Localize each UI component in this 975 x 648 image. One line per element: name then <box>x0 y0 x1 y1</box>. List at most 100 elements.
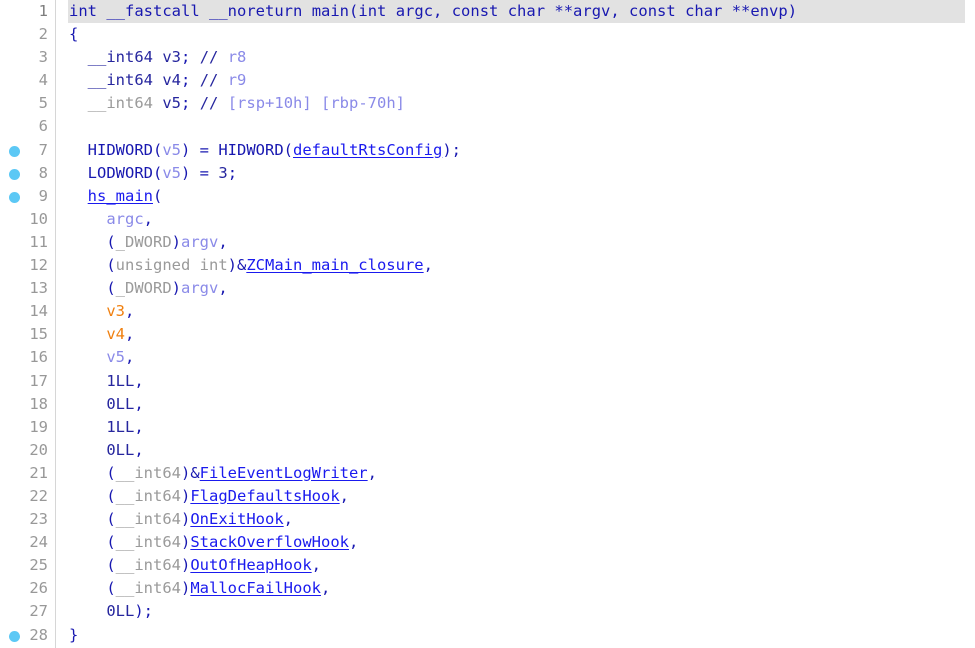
code-line-text[interactable]: __int64 v3; // r8 <box>69 46 247 69</box>
code-token: // <box>199 94 219 113</box>
code-line[interactable]: 14 v3, <box>0 300 975 323</box>
code-line-text[interactable]: (__int64)OutOfHeapHook, <box>69 554 321 577</box>
code-line-text[interactable]: __int64 v4; // r9 <box>69 69 247 92</box>
code-token: ( <box>106 279 116 298</box>
code-line-text[interactable]: hs_main( <box>69 185 163 208</box>
line-number: 22 <box>29 486 48 505</box>
code-line-text[interactable]: HIDWORD(v5) = HIDWORD(defaultRtsConfig); <box>69 139 461 162</box>
code-line[interactable]: 18 0LL, <box>0 393 975 416</box>
code-line-text[interactable]: (__int64)FlagDefaultsHook, <box>69 485 349 508</box>
code-line-text[interactable]: LODWORD(v5) = 3; <box>69 162 237 185</box>
code-line[interactable]: 19 1LL, <box>0 416 975 439</box>
line-number: 20 <box>29 440 48 459</box>
code-token: HIDWORD <box>87 140 153 159</box>
code-line[interactable]: 25 (__int64)OutOfHeapHook, <box>0 554 975 577</box>
line-number: 25 <box>29 556 48 575</box>
code-line-list[interactable]: 1 int __fastcall __noreturn main(int argc… <box>0 0 975 647</box>
code-line[interactable]: 23 (__int64)OnExitHook, <box>0 508 975 531</box>
code-token: _DWORD <box>115 279 172 298</box>
code-line[interactable]: 27 0LL); <box>0 600 975 623</box>
code-line[interactable]: 16 v5, <box>0 346 975 369</box>
code-line[interactable]: 5 __int64 v5; // [rsp+10h] [rbp-70h] <box>0 92 975 115</box>
code-token: v5 <box>162 94 182 113</box>
code-line-text[interactable]: { <box>69 23 78 46</box>
code-line[interactable]: 28} <box>0 624 975 647</box>
code-token: OutOfHeapHook <box>190 556 312 575</box>
code-line[interactable]: 15 v4, <box>0 323 975 346</box>
code-line-text[interactable]: } <box>69 624 78 647</box>
code-line-text[interactable]: int __fastcall __noreturn main(int argc,… <box>69 0 797 23</box>
code-token: , <box>423 256 433 275</box>
code-token: , <box>283 510 294 529</box>
code-token: ; <box>227 163 238 182</box>
code-token: // <box>199 71 219 90</box>
code-line[interactable]: 17 1LL, <box>0 370 975 393</box>
code-token: hs_main <box>87 186 153 205</box>
code-line[interactable]: 11 (_DWORD)argv, <box>0 231 975 254</box>
code-line-text[interactable]: 0LL); <box>69 600 153 623</box>
code-line[interactable]: 9 hs_main( <box>0 185 975 208</box>
code-line-text[interactable]: 0LL, <box>69 439 143 462</box>
code-token: MallocFailHook <box>190 579 321 598</box>
code-token: ( <box>349 2 359 20</box>
code-line[interactable]: 4 __int64 v4; // r9 <box>0 69 975 92</box>
code-line[interactable]: 12 (unsigned int)&ZCMain_main_closure, <box>0 254 975 277</box>
code-token: int <box>69 2 97 20</box>
code-line-text[interactable]: (__int64)OnExitHook, <box>69 508 293 531</box>
code-token: argc <box>395 2 434 20</box>
code-line[interactable]: 13 (_DWORD)argv, <box>0 277 975 300</box>
code-token: ( <box>106 556 116 575</box>
code-token: StackOverflowHook <box>190 533 349 552</box>
code-token: ) <box>171 279 182 298</box>
code-token: ); <box>134 602 153 621</box>
code-line-text[interactable]: __int64 v5; // [rsp+10h] [rbp-70h] <box>69 92 405 115</box>
code-line[interactable]: 7 HIDWORD(v5) = HIDWORD(defaultRtsConfig… <box>0 139 975 162</box>
code-line-text[interactable]: (__int64)MallocFailHook, <box>69 577 330 600</box>
code-line-text[interactable]: 1LL, <box>69 416 143 439</box>
code-line[interactable]: 8 LODWORD(v5) = 3; <box>0 162 975 185</box>
code-line[interactable]: 1 int __fastcall __noreturn main(int argc… <box>0 0 975 24</box>
pseudocode-view[interactable]: 1 int __fastcall __noreturn main(int argc… <box>0 0 975 648</box>
line-number: 11 <box>29 232 48 251</box>
code-token: __int64 <box>115 510 181 529</box>
code-line-text[interactable]: 0LL, <box>69 393 143 416</box>
code-line-text[interactable]: argc, <box>69 208 153 231</box>
code-line-text[interactable]: 1LL, <box>69 370 143 393</box>
code-line[interactable]: 22 (__int64)FlagDefaultsHook, <box>0 485 975 508</box>
code-line[interactable]: 24 (__int64)StackOverflowHook, <box>0 531 975 554</box>
code-line-text[interactable]: (unsigned int)&ZCMain_main_closure, <box>69 254 433 277</box>
code-token: ) <box>171 232 182 251</box>
code-line[interactable]: 2{ <box>0 23 975 46</box>
code-line[interactable]: 10 argc, <box>0 208 975 231</box>
code-line[interactable]: 6 <box>0 115 975 138</box>
code-line-text[interactable]: (__int64)StackOverflowHook, <box>69 531 358 554</box>
code-line-text[interactable]: v4, <box>69 323 134 346</box>
code-line-text[interactable]: (__int64)&FileEventLogWriter, <box>69 462 377 485</box>
line-number: 4 <box>38 71 48 90</box>
code-token: // <box>199 48 219 67</box>
code-token: )& <box>227 256 247 275</box>
code-line[interactable]: 20 0LL, <box>0 439 975 462</box>
code-token: const <box>629 2 676 20</box>
code-line[interactable]: 26 (__int64)MallocFailHook, <box>0 577 975 600</box>
code-line[interactable]: 21 (__int64)&FileEventLogWriter, <box>0 462 975 485</box>
code-line-text[interactable]: v5, <box>69 346 134 369</box>
code-line-text[interactable]: v3, <box>69 300 134 323</box>
code-token: const <box>451 2 499 20</box>
code-line-text[interactable]: (_DWORD)argv, <box>69 277 227 300</box>
code-line[interactable]: 3 __int64 v3; // r8 <box>0 46 975 69</box>
code-line-text[interactable]: (_DWORD)argv, <box>69 231 227 254</box>
code-token: envp <box>750 2 788 20</box>
